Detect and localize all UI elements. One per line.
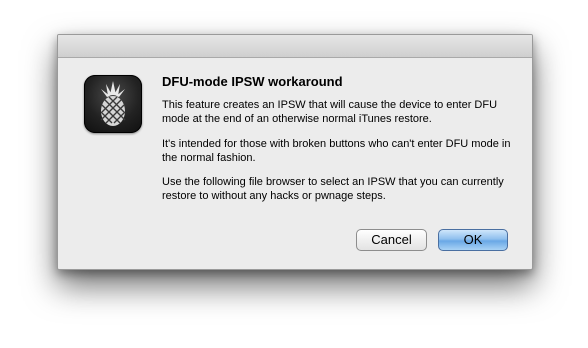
dialog-message-2: It's intended for those with broken butt… (162, 138, 511, 164)
dialog-message-3: Use the following file browser to select… (162, 176, 504, 202)
cancel-button[interactable]: Cancel (356, 229, 427, 251)
ok-button[interactable]: OK (438, 229, 508, 251)
dialog-title: DFU-mode IPSW workaround (162, 74, 343, 89)
dialog-message-1: This feature creates an IPSW that will c… (162, 99, 498, 125)
alert-dialog: DFU-mode IPSW workaround This feature cr… (57, 34, 533, 270)
pineapple-icon (84, 75, 142, 133)
dialog-titlebar[interactable] (58, 35, 532, 58)
